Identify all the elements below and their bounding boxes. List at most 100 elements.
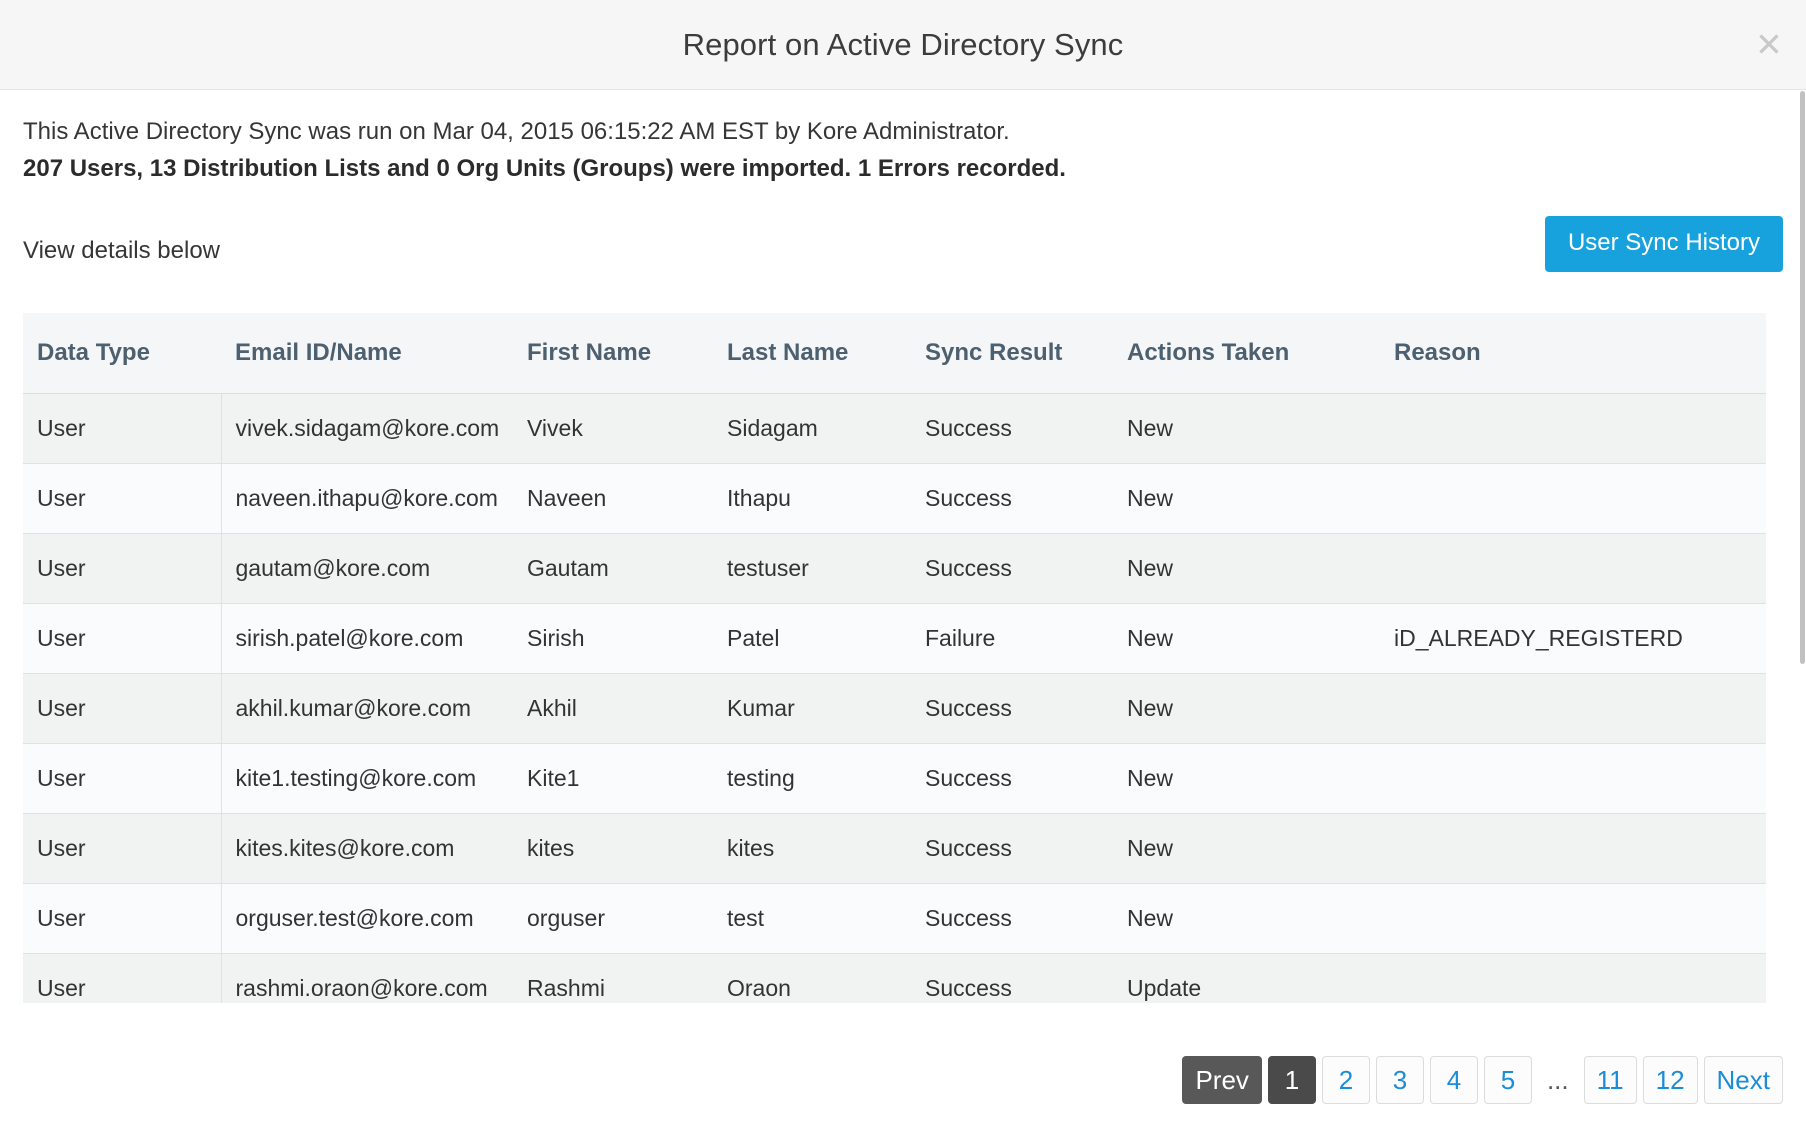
cell-first-name: Kite1 bbox=[513, 744, 713, 814]
cell-sync-result: Success bbox=[911, 814, 1113, 884]
pagination-page-4[interactable]: 4 bbox=[1430, 1056, 1478, 1104]
cell-reason bbox=[1380, 954, 1766, 1004]
cell-sync-result: Success bbox=[911, 464, 1113, 534]
cell-reason bbox=[1380, 464, 1766, 534]
cell-actions-taken: New bbox=[1113, 464, 1380, 534]
table-row[interactable]: User kites.kites@kore.com kites kites Su… bbox=[23, 814, 1766, 884]
cell-reason bbox=[1380, 394, 1766, 464]
table-row[interactable]: User gautam@kore.com Gautam testuser Suc… bbox=[23, 534, 1766, 604]
sync-counts-info: 207 Users, 13 Distribution Lists and 0 O… bbox=[23, 153, 1783, 185]
cell-last-name: testuser bbox=[713, 534, 911, 604]
modal-body: This Active Directory Sync was run on Ma… bbox=[0, 90, 1806, 1126]
cell-reason bbox=[1380, 674, 1766, 744]
cell-last-name: testing bbox=[713, 744, 911, 814]
table-header-row: Data Type Email ID/Name First Name Last … bbox=[23, 313, 1766, 394]
details-action-row: View details below User Sync History bbox=[23, 216, 1783, 280]
table-row[interactable]: User vivek.sidagam@kore.com Vivek Sidaga… bbox=[23, 394, 1766, 464]
cell-email: sirish.patel@kore.com bbox=[221, 604, 513, 674]
close-icon[interactable]: ✕ bbox=[1752, 28, 1786, 62]
user-sync-history-button[interactable]: User Sync History bbox=[1545, 216, 1783, 271]
cell-actions-taken: New bbox=[1113, 884, 1380, 954]
pagination-page-5[interactable]: 5 bbox=[1484, 1056, 1532, 1104]
cell-email: orguser.test@kore.com bbox=[221, 884, 513, 954]
table-body: User vivek.sidagam@kore.com Vivek Sidaga… bbox=[23, 394, 1766, 1004]
cell-data-type: User bbox=[23, 954, 221, 1004]
cell-email: naveen.ithapu@kore.com bbox=[221, 464, 513, 534]
column-header-sync-result[interactable]: Sync Result bbox=[911, 313, 1113, 394]
table-row[interactable]: User naveen.ithapu@kore.com Naveen Ithap… bbox=[23, 464, 1766, 534]
cell-last-name: Kumar bbox=[713, 674, 911, 744]
pagination-next-button[interactable]: Next bbox=[1704, 1056, 1783, 1104]
modal-header: Report on Active Directory Sync ✕ bbox=[0, 0, 1806, 90]
cell-data-type: User bbox=[23, 814, 221, 884]
cell-reason bbox=[1380, 884, 1766, 954]
cell-last-name: Patel bbox=[713, 604, 911, 674]
column-header-actions-taken[interactable]: Actions Taken bbox=[1113, 313, 1380, 394]
cell-actions-taken: New bbox=[1113, 814, 1380, 884]
cell-first-name: Rashmi bbox=[513, 954, 713, 1004]
pagination-page-2[interactable]: 2 bbox=[1322, 1056, 1370, 1104]
view-details-label: View details below bbox=[23, 216, 220, 265]
cell-reason bbox=[1380, 534, 1766, 604]
report-modal: Report on Active Directory Sync ✕ This A… bbox=[0, 0, 1806, 1126]
column-header-reason[interactable]: Reason bbox=[1380, 313, 1766, 394]
cell-first-name: Sirish bbox=[513, 604, 713, 674]
cell-data-type: User bbox=[23, 744, 221, 814]
pagination-page-11[interactable]: 11 bbox=[1584, 1056, 1637, 1104]
column-header-email-id-name[interactable]: Email ID/Name bbox=[221, 313, 513, 394]
cell-email: kite1.testing@kore.com bbox=[221, 744, 513, 814]
cell-sync-result: Success bbox=[911, 884, 1113, 954]
cell-email: vivek.sidagam@kore.com bbox=[221, 394, 513, 464]
report-table-container: Data Type Email ID/Name First Name Last … bbox=[23, 313, 1766, 1003]
cell-last-name: Oraon bbox=[713, 954, 911, 1004]
cell-email: rashmi.oraon@kore.com bbox=[221, 954, 513, 1004]
cell-data-type: User bbox=[23, 464, 221, 534]
cell-first-name: Akhil bbox=[513, 674, 713, 744]
vertical-scrollbar[interactable] bbox=[1800, 91, 1806, 1126]
pagination-page-3[interactable]: 3 bbox=[1376, 1056, 1424, 1104]
cell-first-name: Vivek bbox=[513, 394, 713, 464]
column-header-data-type[interactable]: Data Type bbox=[23, 313, 221, 394]
pagination: Prev 1 2 3 4 5 ... 11 12 Next bbox=[1182, 1056, 1783, 1104]
scrollbar-thumb[interactable] bbox=[1800, 91, 1805, 664]
pagination-prev-button[interactable]: Prev bbox=[1182, 1056, 1261, 1104]
cell-actions-taken: Update bbox=[1113, 954, 1380, 1004]
cell-last-name: Sidagam bbox=[713, 394, 911, 464]
sync-report-table: Data Type Email ID/Name First Name Last … bbox=[23, 313, 1766, 1003]
cell-sync-result: Success bbox=[911, 394, 1113, 464]
cell-reason bbox=[1380, 744, 1766, 814]
cell-data-type: User bbox=[23, 394, 221, 464]
cell-data-type: User bbox=[23, 604, 221, 674]
cell-data-type: User bbox=[23, 674, 221, 744]
cell-reason bbox=[1380, 814, 1766, 884]
table-row[interactable]: User kite1.testing@kore.com Kite1 testin… bbox=[23, 744, 1766, 814]
cell-actions-taken: New bbox=[1113, 744, 1380, 814]
cell-actions-taken: New bbox=[1113, 604, 1380, 674]
cell-sync-result: Success bbox=[911, 534, 1113, 604]
sync-run-info: This Active Directory Sync was run on Ma… bbox=[23, 116, 1783, 148]
cell-reason-error: iD_ALREADY_REGISTERD bbox=[1380, 604, 1766, 674]
cell-last-name: kites bbox=[713, 814, 911, 884]
cell-last-name: test bbox=[713, 884, 911, 954]
table-row[interactable]: User rashmi.oraon@kore.com Rashmi Oraon … bbox=[23, 954, 1766, 1004]
cell-last-name: Ithapu bbox=[713, 464, 911, 534]
cell-email: kites.kites@kore.com bbox=[221, 814, 513, 884]
cell-first-name: orguser bbox=[513, 884, 713, 954]
pagination-page-12[interactable]: 12 bbox=[1643, 1056, 1698, 1104]
cell-first-name: kites bbox=[513, 814, 713, 884]
page-title: Report on Active Directory Sync bbox=[683, 27, 1124, 63]
column-header-last-name[interactable]: Last Name bbox=[713, 313, 911, 394]
cell-actions-taken: New bbox=[1113, 394, 1380, 464]
cell-email: akhil.kumar@kore.com bbox=[221, 674, 513, 744]
cell-sync-result: Success bbox=[911, 674, 1113, 744]
cell-first-name: Naveen bbox=[513, 464, 713, 534]
cell-sync-result: Failure bbox=[911, 604, 1113, 674]
table-header: Data Type Email ID/Name First Name Last … bbox=[23, 313, 1766, 394]
pagination-page-1[interactable]: 1 bbox=[1268, 1056, 1316, 1104]
table-row[interactable]: User orguser.test@kore.com orguser test … bbox=[23, 884, 1766, 954]
table-row[interactable]: User sirish.patel@kore.com Sirish Patel … bbox=[23, 604, 1766, 674]
column-header-first-name[interactable]: First Name bbox=[513, 313, 713, 394]
cell-first-name: Gautam bbox=[513, 534, 713, 604]
table-row[interactable]: User akhil.kumar@kore.com Akhil Kumar Su… bbox=[23, 674, 1766, 744]
cell-actions-taken: New bbox=[1113, 674, 1380, 744]
